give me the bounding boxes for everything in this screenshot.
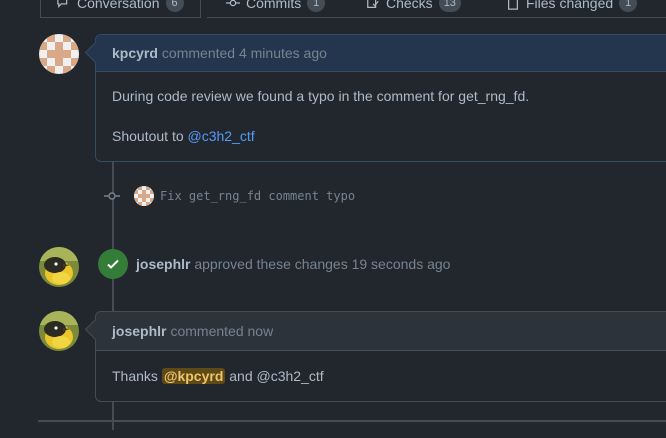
tab-label: Files changed: [526, 0, 614, 11]
pr-tabs: Conversation 6 Commits 1 Checks 13 Files…: [0, 0, 666, 18]
tab-label: Checks: [386, 0, 433, 11]
comment-text: Thanks: [112, 368, 162, 384]
tab-divider: [207, 17, 666, 18]
comment-author[interactable]: kpcyrd: [112, 45, 158, 61]
user-mention-link[interactable]: @c3h2_ctf: [188, 128, 255, 144]
bird-avatar: [39, 247, 79, 287]
comment-line: Shoutout to @c3h2_ctf: [112, 126, 658, 146]
check-icon: [98, 249, 128, 279]
commit-icon: [104, 188, 120, 204]
tab-files-changed[interactable]: Files changed 1: [506, 0, 638, 17]
tab-commits[interactable]: Commits 1: [226, 0, 326, 17]
tab-label: Commits: [246, 0, 302, 11]
avatar-kpcyrd[interactable]: [39, 34, 79, 74]
user-mention: @c3h2_ctf: [256, 368, 324, 384]
tab-count: 13: [438, 0, 461, 12]
timeline-review: josephlr approved these changes 19 secon…: [98, 249, 450, 279]
comment-header: josephlr commented now: [96, 312, 666, 351]
comment-author[interactable]: josephlr: [112, 323, 166, 339]
tab-count: 6: [165, 0, 184, 12]
comment-line: During code review we found a typo in th…: [112, 88, 530, 104]
comment-timestamp[interactable]: commented now: [170, 323, 273, 339]
tab-count: 1: [619, 0, 638, 12]
review-text[interactable]: approved these changes 19 seconds ago: [194, 256, 450, 272]
tab-label: Conversation: [77, 0, 160, 11]
comment-kpcyrd: kpcyrd commented 4 minutes ago During co…: [84, 34, 666, 162]
comment-timestamp[interactable]: commented 4 minutes ago: [162, 45, 327, 61]
comment-text: and: [225, 368, 257, 384]
file-diff-icon: [508, 0, 518, 10]
tab-conversation[interactable]: Conversation 6: [40, 0, 201, 18]
comment-body: During code review we found a typo in th…: [96, 72, 666, 160]
review-author[interactable]: josephlr: [136, 256, 190, 272]
avatar-josephlr[interactable]: [39, 247, 79, 287]
comment-body: Thanks @kpcyrd and @c3h2_ctf: [96, 351, 666, 400]
tab-count: 1: [307, 0, 326, 12]
tab-checks[interactable]: Checks 13: [366, 0, 461, 17]
checklist-icon: [367, 0, 379, 8]
self-mention[interactable]: @kpcyrd: [161, 368, 226, 384]
commit-icon: [226, 0, 240, 7]
identicon-avatar: [39, 34, 79, 74]
timeline-commit: Fix get_rng_fd comment typo: [104, 186, 355, 206]
review-summary: josephlr approved these changes 19 secon…: [136, 256, 450, 272]
commit-message-link[interactable]: Fix get_rng_fd comment typo: [160, 189, 355, 203]
commit-author-avatar[interactable]: [134, 186, 154, 206]
timeline-divider: [38, 420, 666, 422]
comment-discussion-icon: [57, 0, 68, 8]
comment-text: Shoutout to: [112, 128, 188, 144]
comment-josephlr: josephlr commented now Thanks @kpcyrd an…: [84, 311, 666, 402]
bird-avatar: [39, 311, 79, 351]
comment-header: kpcyrd commented 4 minutes ago: [96, 35, 666, 72]
avatar-josephlr[interactable]: [39, 311, 79, 351]
